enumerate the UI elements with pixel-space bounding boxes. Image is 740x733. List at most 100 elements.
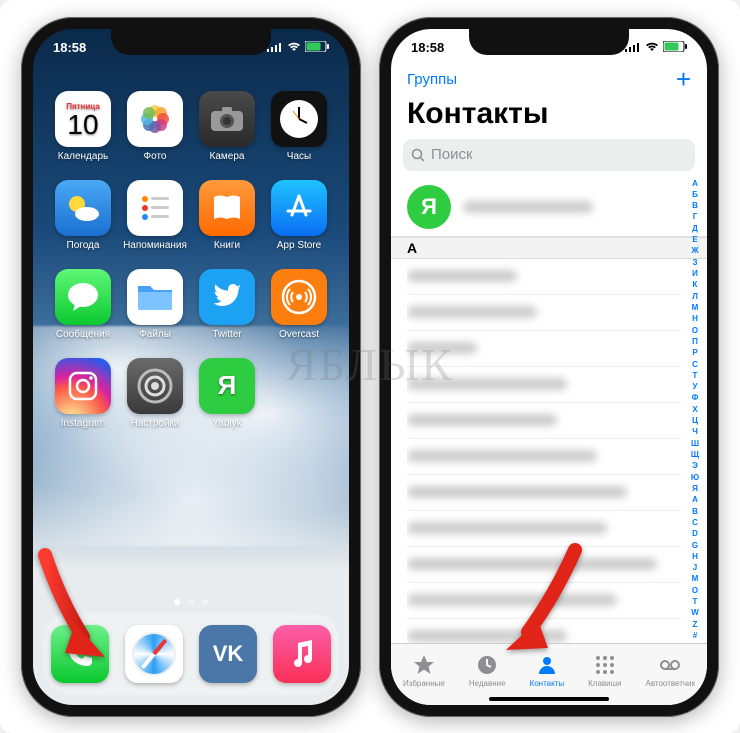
index-letter[interactable]: Т <box>687 371 703 380</box>
index-letter[interactable]: G <box>687 541 703 550</box>
index-letter[interactable]: Ю <box>687 473 703 482</box>
app-photos[interactable]: Фото <box>123 91 187 162</box>
search-input[interactable]: Поиск <box>403 139 695 171</box>
status-time: 18:58 <box>53 40 86 55</box>
app-files[interactable]: Файлы <box>123 269 187 340</box>
list-item[interactable] <box>407 259 681 295</box>
alphabet-index[interactable]: АБВГДЕЖЗИКЛМНОПРСТУФХЦЧШЩЭЮЯABCDGHJMOTWZ… <box>687 179 703 641</box>
index-letter[interactable]: Е <box>687 235 703 244</box>
app-reminders[interactable]: Напоминания <box>123 180 187 251</box>
index-letter[interactable]: T <box>687 597 703 606</box>
list-item[interactable] <box>407 331 681 367</box>
index-letter[interactable]: M <box>687 574 703 583</box>
app-overcast[interactable]: Overcast <box>267 269 331 340</box>
list-item[interactable] <box>407 295 681 331</box>
app-label: Twitter <box>212 329 241 340</box>
star-icon <box>412 653 436 677</box>
list-item[interactable] <box>407 367 681 403</box>
reminders-icon <box>127 180 183 236</box>
index-letter[interactable]: У <box>687 382 703 391</box>
list-item[interactable] <box>407 439 681 475</box>
index-letter[interactable]: Д <box>687 224 703 233</box>
index-letter[interactable]: Щ <box>687 450 703 459</box>
app-label: Сообщения <box>56 329 110 340</box>
app-appstore[interactable]: App Store <box>267 180 331 251</box>
index-letter[interactable]: Х <box>687 405 703 414</box>
index-letter[interactable]: В <box>687 201 703 210</box>
index-letter[interactable]: Ш <box>687 439 703 448</box>
app-instagram[interactable]: Instagram <box>51 358 115 429</box>
calendar-icon: Пятница 10 <box>55 91 111 147</box>
index-letter[interactable]: A <box>687 495 703 504</box>
groups-button[interactable]: Группы <box>407 71 457 88</box>
index-letter[interactable]: Ж <box>687 246 703 255</box>
index-letter[interactable]: П <box>687 337 703 346</box>
app-books[interactable]: Книги <box>195 180 259 251</box>
index-letter[interactable]: Ц <box>687 416 703 425</box>
yablyk-icon: Я <box>199 358 255 414</box>
index-letter[interactable]: W <box>687 608 703 617</box>
dock-music-app[interactable] <box>273 625 331 683</box>
index-letter[interactable]: Э <box>687 461 703 470</box>
app-calendar[interactable]: Пятница 10 Календарь <box>51 91 115 162</box>
camera-icon <box>199 91 255 147</box>
app-label: App Store <box>277 240 321 251</box>
index-letter[interactable]: А <box>687 179 703 188</box>
dock-vk-app[interactable]: VK <box>199 625 257 683</box>
index-letter[interactable]: O <box>687 586 703 595</box>
app-label: Instagram <box>61 418 105 429</box>
dock-safari-app[interactable] <box>125 625 183 683</box>
app-label: Фото <box>144 151 167 162</box>
list-item[interactable] <box>407 403 681 439</box>
music-note-icon <box>288 639 316 669</box>
app-messages[interactable]: Сообщения <box>51 269 115 340</box>
page-title: Контакты <box>407 97 548 131</box>
app-settings[interactable]: Настройки <box>123 358 187 429</box>
index-letter[interactable]: М <box>687 303 703 312</box>
index-letter[interactable]: Г <box>687 212 703 221</box>
search-icon <box>411 148 425 162</box>
index-letter[interactable]: Ф <box>687 393 703 402</box>
index-letter[interactable]: Б <box>687 190 703 199</box>
index-letter[interactable]: J <box>687 563 703 572</box>
tab-voicemail[interactable]: Автоответчик <box>645 653 695 688</box>
home-indicator[interactable] <box>489 697 609 701</box>
index-letter[interactable]: Z <box>687 620 703 629</box>
index-letter[interactable]: H <box>687 552 703 561</box>
battery-icon <box>305 40 329 55</box>
tab-label: Недавние <box>469 679 506 688</box>
index-letter[interactable]: И <box>687 269 703 278</box>
app-label: Overcast <box>279 329 319 340</box>
index-letter[interactable]: # <box>687 631 703 640</box>
index-letter[interactable]: C <box>687 518 703 527</box>
files-icon <box>127 269 183 325</box>
app-twitter[interactable]: Twitter <box>195 269 259 340</box>
safari-icon <box>132 632 176 676</box>
tab-keypad[interactable]: Клавиши <box>588 653 621 688</box>
index-letter[interactable]: К <box>687 280 703 289</box>
index-letter[interactable]: З <box>687 258 703 267</box>
index-letter[interactable]: Р <box>687 348 703 357</box>
index-letter[interactable]: Л <box>687 292 703 301</box>
index-letter[interactable]: D <box>687 529 703 538</box>
app-label: Часы <box>287 151 311 162</box>
add-contact-button[interactable]: + <box>676 64 691 95</box>
index-letter[interactable]: Н <box>687 314 703 323</box>
app-clock[interactable]: Часы <box>267 91 331 162</box>
tab-label: Избранные <box>403 679 445 688</box>
status-time: 18:58 <box>411 40 444 55</box>
index-letter[interactable]: О <box>687 326 703 335</box>
index-letter[interactable]: B <box>687 507 703 516</box>
list-item[interactable] <box>407 475 681 511</box>
app-weather[interactable]: Погода <box>51 180 115 251</box>
overcast-icon <box>271 269 327 325</box>
index-letter[interactable]: С <box>687 360 703 369</box>
index-letter[interactable]: Ч <box>687 427 703 436</box>
my-card-row[interactable]: Я <box>391 179 707 237</box>
tab-favorites[interactable]: Избранные <box>403 653 445 688</box>
app-camera[interactable]: Камера <box>195 91 259 162</box>
photos-icon <box>127 91 183 147</box>
app-yablyk[interactable]: Я Yablyk <box>195 358 259 429</box>
app-label: Yablyk <box>212 418 241 429</box>
index-letter[interactable]: Я <box>687 484 703 493</box>
